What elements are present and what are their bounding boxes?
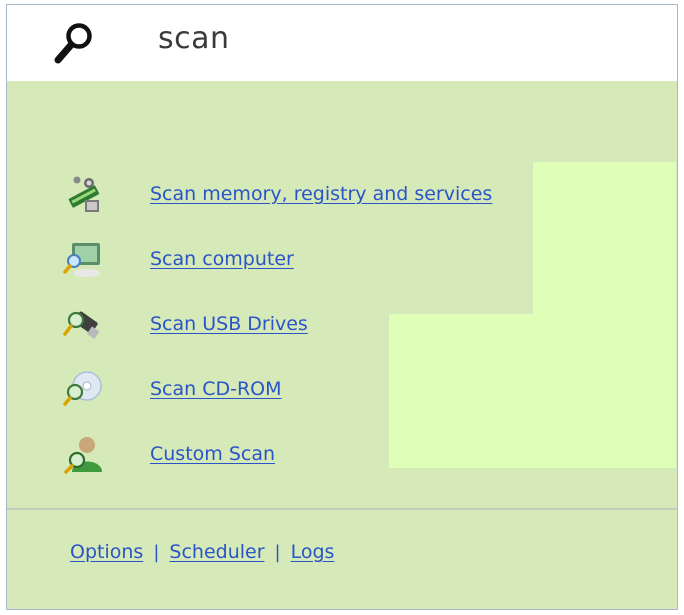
computer-scan-icon — [63, 243, 100, 277]
page-title: scan — [158, 21, 230, 56]
scan-option-custom[interactable]: Custom Scan — [63, 432, 275, 476]
scan-memory-link[interactable]: Scan memory, registry and services — [150, 183, 492, 205]
logs-link[interactable]: Logs — [291, 541, 335, 563]
search-icon[interactable] — [51, 19, 95, 67]
custom-scan-link[interactable]: Custom Scan — [150, 443, 275, 465]
memory-scan-icon — [68, 176, 100, 212]
cdrom-scan-icon — [63, 371, 102, 406]
link-separator: | — [274, 541, 281, 563]
scan-option-memory[interactable]: Scan memory, registry and services — [63, 172, 492, 216]
custom-scan-icon — [64, 437, 102, 474]
highlight-panel — [389, 314, 676, 468]
options-link[interactable]: Options — [70, 541, 143, 563]
divider — [7, 508, 677, 510]
scheduler-link[interactable]: Scheduler — [169, 541, 264, 563]
usb-scan-icon — [63, 311, 100, 339]
scan-cdrom-link[interactable]: Scan CD-ROM — [150, 378, 282, 400]
scan-computer-link[interactable]: Scan computer — [150, 248, 294, 270]
scan-option-cdrom[interactable]: Scan CD-ROM — [63, 367, 282, 411]
scan-option-computer[interactable]: Scan computer — [63, 237, 294, 281]
scan-option-usb[interactable]: Scan USB Drives — [63, 302, 308, 346]
scan-usb-link[interactable]: Scan USB Drives — [150, 313, 308, 335]
header-bar: scan — [7, 5, 677, 81]
scan-window: scan Scan memory, registry and services — [6, 4, 678, 610]
footer-links: Options | Scheduler | Logs — [70, 541, 334, 563]
link-separator: | — [153, 541, 160, 563]
